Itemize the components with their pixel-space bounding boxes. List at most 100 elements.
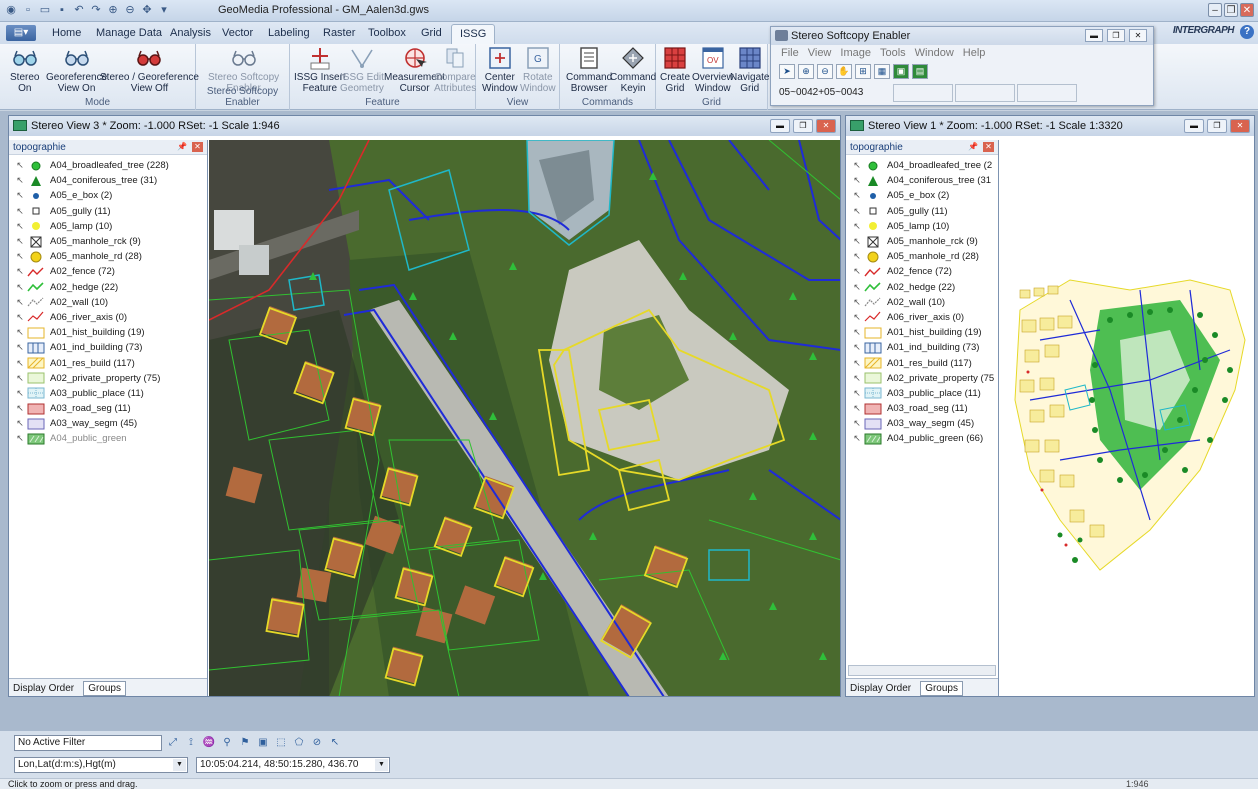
customize-icon[interactable]: ▾ [157, 3, 171, 17]
legend-entry[interactable]: ↖ A04_broadleafed_tree (2 [850, 158, 998, 173]
legend-entry[interactable]: ↖ A03_public_place (11) [13, 386, 207, 401]
legend-entry[interactable]: ↖ A02_private_property (75) [13, 371, 207, 386]
legend-entry[interactable]: ↖ A01_res_build (117) [13, 355, 207, 370]
pin-icon[interactable]: 📌 [177, 142, 187, 151]
coordinate-readout-field[interactable]: 10:05:04.214, 48:50:15.280, 436.70 ▼ [196, 757, 390, 773]
legend-entry[interactable]: ↖ A03_way_segm (45) [13, 416, 207, 431]
tab-home[interactable]: Home [52, 27, 81, 39]
tab-groups[interactable]: Groups [920, 681, 963, 696]
ssc-close-button[interactable]: ✕ [1129, 29, 1147, 42]
tab-toolbox[interactable]: Toolbox [368, 27, 406, 39]
legend-entry[interactable]: ↖ A05_gully (11) [850, 204, 998, 219]
query-icon[interactable]: ♒ [202, 736, 216, 750]
tab-analysis[interactable]: Analysis [170, 27, 211, 39]
orthophoto-map-view-3[interactable] [209, 140, 840, 696]
legend-entry[interactable]: ↖ A01_ind_building (73) [13, 340, 207, 355]
chevron-down-icon[interactable]: ▼ [375, 759, 388, 771]
app-logo-icon[interactable]: ◉ [4, 3, 18, 17]
legend-entry[interactable]: ↖ A01_ind_building (73) [850, 340, 998, 355]
tab-grid[interactable]: Grid [421, 27, 442, 39]
stereo-view-1-map[interactable] [1000, 140, 1254, 696]
grid-4-icon[interactable]: ⊞ [855, 64, 871, 79]
new-icon[interactable]: ▫ [21, 3, 35, 17]
issg-edit-geometry-button[interactable]: ISSG Edit Geometry [340, 46, 384, 94]
legend-entry[interactable]: ↖ A01_res_build (117) [850, 355, 998, 370]
legend-entry[interactable]: ↖ A06_river_axis (0) [850, 310, 998, 325]
legend-entry[interactable]: ↖ A05_manhole_rd (28) [13, 249, 207, 264]
open-icon[interactable]: ▭ [38, 3, 52, 17]
close-button[interactable]: ✕ [1240, 3, 1254, 17]
pan-icon[interactable]: ✥ [140, 3, 154, 17]
compare-attributes-button[interactable]: Compare Attributes [434, 46, 476, 94]
legend-entry[interactable]: ↖ A04_coniferous_tree (31) [13, 173, 207, 188]
stereo-view-3-close-button[interactable]: ✕ [816, 119, 836, 133]
zoom-in-icon[interactable]: ⊕ [106, 3, 120, 17]
zoom-in-icon[interactable]: ⊕ [798, 64, 814, 79]
legend-entry[interactable]: ↖ A05_lamp (10) [13, 219, 207, 234]
legend-entry[interactable]: ↖ A02_fence (72) [850, 264, 998, 279]
issg-insert-feature-button[interactable]: ISSG Insert Feature [294, 46, 346, 94]
select-arrow-icon[interactable]: ➤ [779, 64, 795, 79]
help-icon[interactable]: ? [1240, 25, 1254, 39]
stereo-view-1-minimize-button[interactable]: ▬ [1184, 119, 1204, 133]
attribute-icon[interactable]: ⚲ [220, 736, 234, 750]
ssc-title-bar[interactable]: Stereo Softcopy Enabler ▬ ❐ ✕ [771, 27, 1153, 45]
pin-icon[interactable]: 📌 [968, 142, 978, 151]
legend-horizontal-scrollbar[interactable] [848, 665, 996, 676]
navigate-grid-button[interactable]: Navigate Grid [730, 46, 769, 94]
stereo-on-button[interactable]: Stereo On [10, 46, 39, 94]
legend-entry[interactable]: ↖ A05_manhole_rck (9) [850, 234, 998, 249]
tab-vector[interactable]: Vector [222, 27, 253, 39]
legend-entry[interactable]: ↖ A05_gully (11) [13, 204, 207, 219]
center-window-button[interactable]: Center Window [482, 46, 518, 94]
georeference-view-on-button[interactable]: Georeference View On [46, 46, 107, 94]
legend-entry[interactable]: ↖ A02_private_property (75 [850, 371, 998, 386]
legend-entry[interactable]: ↖ A03_way_segm (45) [850, 416, 998, 431]
undo-icon[interactable]: ↶ [72, 3, 86, 17]
legend-entry[interactable]: ↖ A04_public_green [13, 431, 207, 446]
select-set-icon[interactable]: ⟟ [184, 736, 198, 750]
grid-9-icon[interactable]: ▦ [874, 64, 890, 79]
clear-select-icon[interactable]: ↖ [328, 736, 342, 750]
stereo-view-3-title-bar[interactable]: Stereo View 3 * Zoom: -1.000 RSet: -1 Sc… [9, 116, 840, 136]
tab-groups[interactable]: Groups [83, 681, 126, 696]
ssc-menu-window[interactable]: Window [915, 47, 954, 59]
legend-entry[interactable]: ↖ A03_road_seg (11) [850, 401, 998, 416]
redo-icon[interactable]: ↷ [89, 3, 103, 17]
legend-entry[interactable]: ↖ A05_lamp (10) [850, 219, 998, 234]
chevron-down-icon[interactable]: ▼ [173, 759, 186, 771]
save-icon[interactable]: ▪ [55, 3, 69, 17]
create-grid-button[interactable]: Create Grid [660, 46, 690, 94]
tab-issg[interactable]: ISSG [451, 24, 496, 44]
legend-close-icon[interactable]: ✕ [983, 142, 994, 152]
legend-entry[interactable]: ↖ A05_manhole_rd (28) [850, 249, 998, 264]
tab-labeling[interactable]: Labeling [268, 27, 310, 39]
select-polygon-icon[interactable]: ⬠ [292, 736, 306, 750]
legend-close-icon[interactable]: ✕ [192, 142, 203, 152]
tab-display-order[interactable]: Display Order [9, 682, 78, 695]
legend-entry[interactable]: ↖ A02_wall (10) [850, 295, 998, 310]
table-icon[interactable]: ▣ [256, 736, 270, 750]
stereo-view-3-minimize-button[interactable]: ▬ [770, 119, 790, 133]
legend-entry[interactable]: ↖ A05_manhole_rck (9) [13, 234, 207, 249]
ssc-minimize-button[interactable]: ▬ [1085, 29, 1103, 42]
application-menu-button[interactable]: ▤▾ [6, 25, 36, 41]
legend-entry[interactable]: ↖ A04_broadleafed_tree (228) [13, 158, 207, 173]
pan-icon[interactable]: ✋ [836, 64, 852, 79]
stereo-view-1-close-button[interactable]: ✕ [1230, 119, 1250, 133]
tab-manage-data[interactable]: Manage Data [96, 27, 162, 39]
legend-entry[interactable]: ↖ A03_public_place (11) [850, 386, 998, 401]
ssc-menu-image[interactable]: Image [840, 47, 871, 59]
legend-entry[interactable]: ↖ A01_hist_building (19) [13, 325, 207, 340]
rotate-window-button[interactable]: G Rotate Window [520, 46, 556, 94]
select-circle-icon[interactable]: ⊘ [310, 736, 324, 750]
stereo-view-1-title-bar[interactable]: Stereo View 1 * Zoom: -1.000 RSet: -1 Sc… [846, 116, 1254, 136]
image-single-icon[interactable]: ▤ [912, 64, 928, 79]
legend-entry[interactable]: ↖ A05_e_box (2) [850, 188, 998, 203]
restore-button[interactable]: ❐ [1224, 3, 1238, 17]
tab-display-order[interactable]: Display Order [846, 682, 915, 695]
ssc-menu-view[interactable]: View [808, 47, 832, 59]
command-keyin-button[interactable]: Command Keyin [610, 46, 656, 94]
image-pair-icon[interactable]: ▣ [893, 64, 909, 79]
stereo-view-1-restore-button[interactable]: ❐ [1207, 119, 1227, 133]
